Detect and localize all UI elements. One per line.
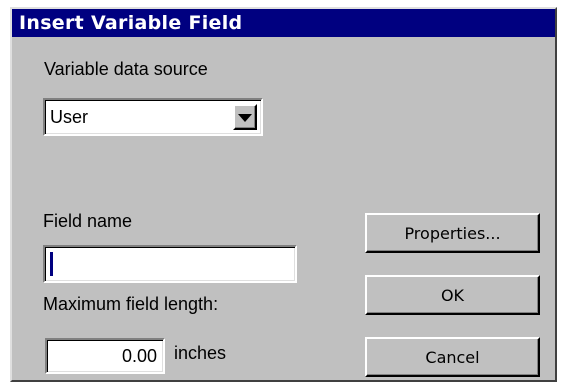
cancel-button[interactable]: Cancel: [365, 337, 540, 377]
max-length-unit: inches: [174, 343, 227, 363]
insert-variable-field-dialog: Insert Variable Field Variable data sour…: [10, 7, 557, 382]
chevron-down-icon: [238, 114, 252, 122]
dropdown-arrow-icon[interactable]: [233, 104, 257, 130]
max-length-input[interactable]: 0.00: [45, 338, 165, 374]
text-cursor: [50, 252, 53, 276]
max-length-label: Maximum field length:: [43, 294, 219, 314]
dialog-title: Insert Variable Field: [12, 9, 555, 37]
field-name-label: Field name: [43, 211, 133, 231]
max-length-value: 0.00: [121, 346, 157, 366]
ok-button[interactable]: OK: [365, 275, 540, 315]
properties-button[interactable]: Properties...: [365, 213, 540, 253]
data-source-selected-value: User: [50, 107, 89, 127]
data-source-select[interactable]: User: [43, 98, 263, 136]
field-name-input[interactable]: [43, 245, 297, 283]
data-source-label: Variable data source: [44, 59, 208, 79]
